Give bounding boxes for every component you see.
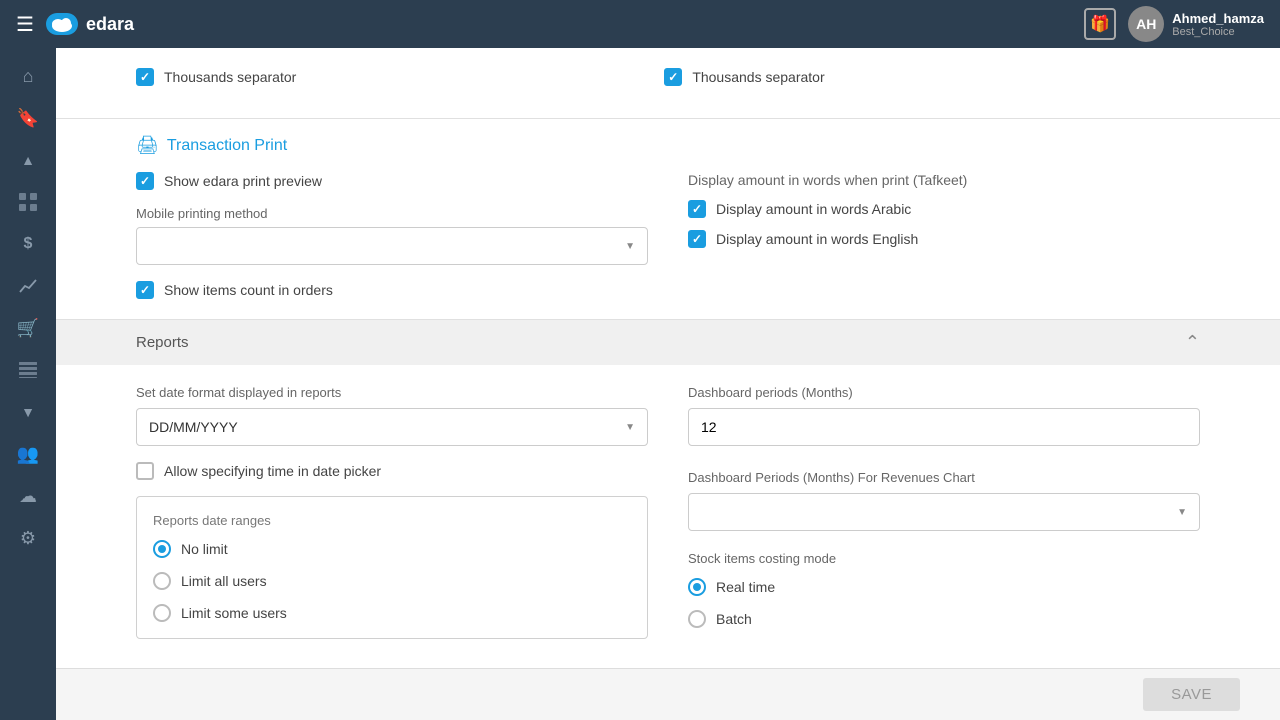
limit-some-users-label: Limit some users xyxy=(181,605,287,621)
date-format-dropdown[interactable]: DD/MM/YYYY ▼ xyxy=(136,408,648,446)
reports-section-header[interactable]: Reports ⌃ xyxy=(56,320,1280,365)
batch-radio[interactable] xyxy=(688,610,706,628)
dashboard-revenues-dropdown[interactable]: ▼ xyxy=(688,493,1200,531)
date-ranges-title: Reports date ranges xyxy=(153,513,631,528)
realtime-label: Real time xyxy=(716,579,775,595)
nav-cart-icon[interactable]: 🛒 xyxy=(8,308,48,348)
transaction-print-title-row: 🖨 Transaction Print xyxy=(136,135,1200,156)
show-items-count-checkbox[interactable] xyxy=(136,281,154,299)
reports-body: Set date format displayed in reports DD/… xyxy=(56,365,1280,666)
nav-table-icon[interactable] xyxy=(8,350,48,390)
batch-label: Batch xyxy=(716,611,752,627)
dashboard-revenues-arrow-icon: ▼ xyxy=(1177,507,1187,518)
dashboard-periods-input[interactable]: 12 xyxy=(688,408,1200,446)
mobile-printing-method-label: Mobile printing method xyxy=(136,206,648,221)
dropdown-arrow-icon: ▼ xyxy=(625,241,635,252)
user-profile[interactable]: AH Ahmed_hamza Best_Choice xyxy=(1128,6,1264,42)
display-english-label: Display amount in words English xyxy=(716,231,918,247)
batch-radio-item[interactable]: Batch xyxy=(688,610,1200,628)
transaction-print-right-col: Display amount in words when print (Tafk… xyxy=(688,172,1200,299)
content-inner: Thousands separator Thousands separator … xyxy=(56,48,1280,720)
limit-some-users-radio[interactable] xyxy=(153,604,171,622)
transaction-print-left-col: Show edara print preview Mobile printing… xyxy=(136,172,648,299)
nav-bookmark-icon[interactable]: 🔖 xyxy=(8,98,48,138)
show-edara-preview-checkbox[interactable] xyxy=(136,172,154,190)
date-format-label: Set date format displayed in reports xyxy=(136,385,648,400)
limit-all-users-label: Limit all users xyxy=(181,573,267,589)
display-arabic-label: Display amount in words Arabic xyxy=(716,201,911,217)
date-ranges-box: Reports date ranges No limit Limit all u… xyxy=(136,496,648,639)
mobile-printing-method-dropdown[interactable]: ▼ xyxy=(136,227,648,265)
reports-section-title: Reports xyxy=(136,334,189,351)
allow-time-checkbox[interactable] xyxy=(136,462,154,480)
no-limit-label: No limit xyxy=(181,541,228,557)
nav-home-icon[interactable]: ⌂ xyxy=(8,56,48,96)
transaction-print-section: 🖨 Transaction Print Show edara print pre… xyxy=(56,119,1280,320)
display-amount-title: Display amount in words when print (Tafk… xyxy=(688,172,1200,188)
app-name: edara xyxy=(86,14,134,35)
user-info: Ahmed_hamza Best_Choice xyxy=(1172,11,1264,38)
thousands-separator-left-checkbox[interactable] xyxy=(136,68,154,86)
stock-costing-label: Stock items costing mode xyxy=(688,551,1200,566)
reports-right-col: Dashboard periods (Months) 12 Dashboard … xyxy=(688,385,1200,642)
display-english-item[interactable]: Display amount in words English xyxy=(688,230,1200,248)
show-edara-preview-label: Show edara print preview xyxy=(164,173,322,189)
limit-all-users-radio[interactable] xyxy=(153,572,171,590)
nav-dollar-icon[interactable]: $ xyxy=(8,224,48,264)
thousands-separator-left[interactable]: Thousands separator xyxy=(136,68,296,86)
date-format-arrow-icon: ▼ xyxy=(625,422,635,433)
company-name: Best_Choice xyxy=(1172,26,1264,38)
no-limit-radio-item[interactable]: No limit xyxy=(153,540,631,558)
reports-columns: Set date format displayed in reports DD/… xyxy=(136,385,1200,642)
show-items-count-label: Show items count in orders xyxy=(164,282,333,298)
show-edara-preview-item[interactable]: Show edara print preview xyxy=(136,172,648,190)
avatar: AH xyxy=(1128,6,1164,42)
reports-collapse-icon[interactable]: ⌃ xyxy=(1185,332,1200,353)
mobile-printing-method-field: Mobile printing method ▼ xyxy=(136,206,648,265)
footer-bar: SAVE xyxy=(56,668,1280,720)
nav-chevron-down-icon[interactable]: ▼ xyxy=(8,392,48,432)
thousands-separator-right-label: Thousands separator xyxy=(692,69,824,85)
display-english-checkbox[interactable] xyxy=(688,230,706,248)
transaction-print-columns: Show edara print preview Mobile printing… xyxy=(136,172,1200,299)
realtime-radio[interactable] xyxy=(688,578,706,596)
nav-chevron-up-icon[interactable]: ▲ xyxy=(8,140,48,180)
gift-icon[interactable]: 🎁 xyxy=(1084,8,1116,40)
print-icon: 🖨 xyxy=(136,135,159,156)
app-logo: edara xyxy=(46,13,134,35)
show-items-count-item[interactable]: Show items count in orders xyxy=(136,281,648,299)
date-format-value: DD/MM/YYYY xyxy=(149,419,238,435)
thousands-separator-row: Thousands separator Thousands separator xyxy=(136,68,1200,86)
nav-settings-icon[interactable]: ⚙ xyxy=(8,518,48,558)
nav-grid-icon[interactable] xyxy=(8,182,48,222)
reports-left-col: Set date format displayed in reports DD/… xyxy=(136,385,648,642)
dashboard-revenues-label: Dashboard Periods (Months) For Revenues … xyxy=(688,470,1200,485)
menu-hamburger-icon[interactable]: ☰ xyxy=(16,12,34,37)
limit-some-users-radio-item[interactable]: Limit some users xyxy=(153,604,631,622)
thousands-separator-left-label: Thousands separator xyxy=(164,69,296,85)
thousands-separator-section: Thousands separator Thousands separator xyxy=(56,48,1280,119)
nav-cloud-icon[interactable]: ☁ xyxy=(8,476,48,516)
dashboard-periods-label: Dashboard periods (Months) xyxy=(688,385,1200,400)
nav-chart-icon[interactable] xyxy=(8,266,48,306)
transaction-print-title: Transaction Print xyxy=(167,137,287,155)
sidebar-nav: ⌂ 🔖 ▲ $ 🛒 ▼ 👥 ☁ xyxy=(0,48,56,720)
main-wrapper: ⌂ 🔖 ▲ $ 🛒 ▼ 👥 ☁ xyxy=(0,0,1280,720)
save-button[interactable]: SAVE xyxy=(1143,678,1240,711)
thousands-separator-right-checkbox[interactable] xyxy=(664,68,682,86)
nav-users-icon[interactable]: 👥 xyxy=(8,434,48,474)
display-arabic-checkbox[interactable] xyxy=(688,200,706,218)
display-arabic-item[interactable]: Display amount in words Arabic xyxy=(688,200,1200,218)
thousands-separator-right[interactable]: Thousands separator xyxy=(664,68,824,86)
cloud-logo-icon xyxy=(46,13,78,35)
realtime-radio-item[interactable]: Real time xyxy=(688,578,1200,596)
allow-time-label: Allow specifying time in date picker xyxy=(164,463,381,479)
limit-all-users-radio-item[interactable]: Limit all users xyxy=(153,572,631,590)
topbar-right: 🎁 AH Ahmed_hamza Best_Choice xyxy=(1084,6,1264,42)
no-limit-radio[interactable] xyxy=(153,540,171,558)
username: Ahmed_hamza xyxy=(1172,11,1264,26)
content-area: Thousands separator Thousands separator … xyxy=(56,48,1280,720)
allow-time-item[interactable]: Allow specifying time in date picker xyxy=(136,462,648,480)
topbar: ☰ edara 🎁 AH Ahmed_hamza Best_Choice xyxy=(0,0,1280,48)
